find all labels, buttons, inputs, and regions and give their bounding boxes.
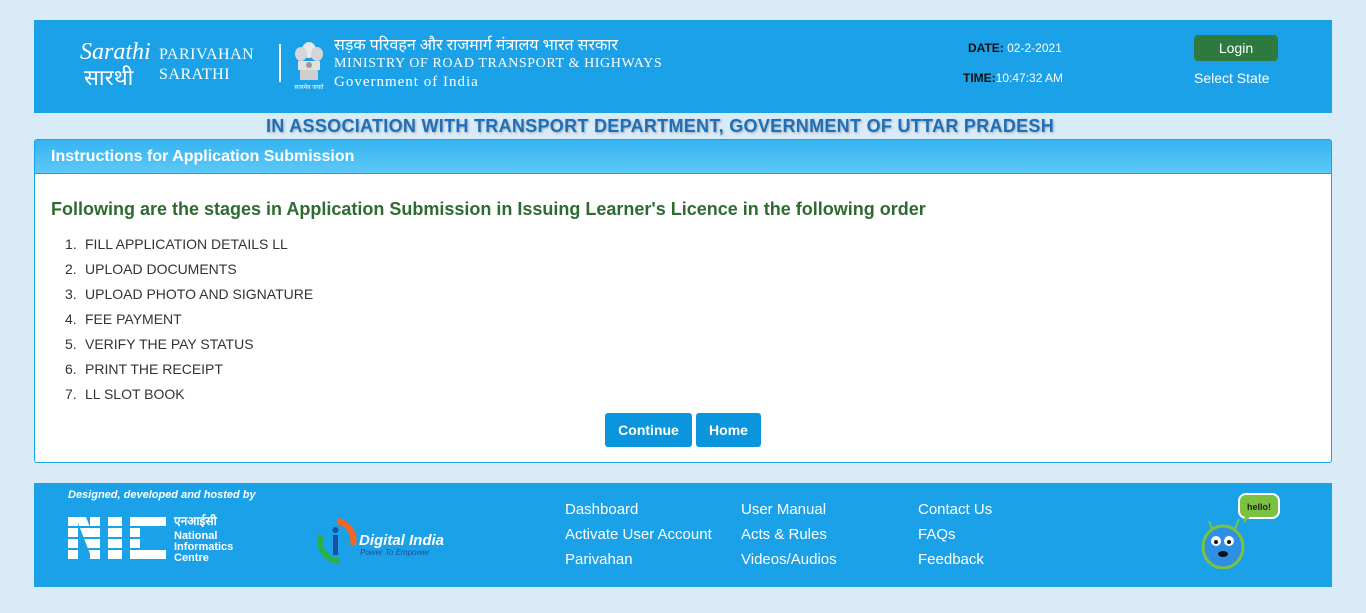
- brand-line2: SARATHI: [159, 66, 231, 83]
- national-emblem-icon: सत्यमेव जयते: [294, 42, 324, 91]
- footer-links-col3: Contact Us FAQs Feedback: [918, 500, 992, 575]
- stage-item: 1. FILL APPLICATION DETAILS LL: [65, 236, 288, 252]
- chatbot-mascot-icon[interactable]: hello!: [1199, 491, 1284, 569]
- stage-item: 6. PRINT THE RECEIPT: [65, 361, 223, 377]
- sarathi-logo: Sarathi सारथी: [80, 39, 151, 90]
- user-manual-link[interactable]: User Manual: [741, 500, 837, 525]
- feedback-link[interactable]: Feedback: [918, 550, 992, 575]
- videos-audios-link[interactable]: Videos/Audios: [741, 550, 837, 575]
- date-label: DATE:: [968, 41, 1004, 55]
- continue-button[interactable]: Continue: [605, 413, 692, 447]
- digital-india-logo[interactable]: Digital India Power To Empower: [317, 515, 457, 565]
- contact-us-link[interactable]: Contact Us: [918, 500, 992, 525]
- svg-text:Centre: Centre: [174, 552, 209, 563]
- panel-title: Instructions for Application Submission: [35, 140, 1331, 174]
- svg-text:hello!: hello!: [1247, 502, 1271, 512]
- brand-line1: PARIVAHAN: [159, 46, 255, 63]
- stage-item: 3. UPLOAD PHOTO AND SIGNATURE: [65, 286, 314, 302]
- site-header: Sarathi सारथी PARIVAHAN SARATHI सत्यमेव …: [34, 20, 1332, 113]
- association-banner: IN ASSOCIATION WITH TRANSPORT DEPARTMENT…: [266, 116, 1055, 136]
- login-button[interactable]: Login: [1194, 35, 1278, 61]
- svg-text:Sarathi: Sarathi: [80, 39, 151, 65]
- instructions-panel: Instructions for Application Submission …: [34, 139, 1332, 463]
- date-value: 02-2-2021: [1007, 41, 1062, 55]
- dashboard-link[interactable]: Dashboard: [565, 500, 712, 525]
- footer-links-col1: Dashboard Activate User Account Parivaha…: [565, 500, 712, 575]
- site-footer: Designed, developed and hosted by एनआईसी…: [34, 483, 1332, 587]
- faqs-link[interactable]: FAQs: [918, 525, 992, 550]
- stage-item: 4. FEE PAYMENT: [65, 311, 182, 327]
- stages-heading: Following are the stages in Application …: [51, 199, 926, 219]
- time-label: TIME:: [963, 71, 996, 85]
- time-display: TIME:10:47:32 AM: [963, 71, 1063, 85]
- acts-rules-link[interactable]: Acts & Rules: [741, 525, 837, 550]
- stage-item: 5. VERIFY THE PAY STATUS: [65, 336, 254, 352]
- parivahan-link[interactable]: Parivahan: [565, 550, 712, 575]
- designed-by-text: Designed, developed and hosted by: [68, 489, 256, 501]
- home-button[interactable]: Home: [696, 413, 761, 447]
- svg-text:सत्यमेव जयते: सत्यमेव जयते: [294, 83, 324, 91]
- header-divider: [279, 44, 281, 82]
- select-state-link[interactable]: Select State: [1194, 70, 1270, 86]
- stage-item: 2. UPLOAD DOCUMENTS: [65, 261, 237, 277]
- government-of-india: Government of India: [334, 74, 479, 90]
- ministry-block: सड़क परिवहन और राजमार्ग मंत्रालय भारत सर…: [334, 37, 662, 91]
- svg-text:एनआईसी: एनआईसी: [173, 514, 218, 528]
- ministry-hindi: सड़क परिवहन और राजमार्ग मंत्रालय भारत सर…: [334, 37, 618, 54]
- ministry-english: MINISTRY OF ROAD TRANSPORT & HIGHWAYS: [334, 56, 663, 71]
- svg-text:सारथी: सारथी: [84, 65, 134, 90]
- stage-item: 7. LL SLOT BOOK: [65, 386, 185, 402]
- svg-text:Power To Empower: Power To Empower: [360, 548, 430, 557]
- brand-name: PARIVAHAN SARATHI: [159, 45, 254, 85]
- svg-text:Digital India: Digital India: [359, 532, 444, 549]
- footer-links-col2: User Manual Acts & Rules Videos/Audios: [741, 500, 837, 575]
- nic-logo[interactable]: एनआईसी National Informatics Centre: [68, 513, 248, 563]
- time-value: 10:47:32 AM: [995, 71, 1064, 85]
- date-display: DATE: 02-2-2021: [968, 41, 1062, 55]
- stages-list: 1. FILL APPLICATION DETAILS LL 2. UPLOAD D…: [65, 234, 313, 409]
- activate-user-account-link[interactable]: Activate User Account: [565, 525, 712, 550]
